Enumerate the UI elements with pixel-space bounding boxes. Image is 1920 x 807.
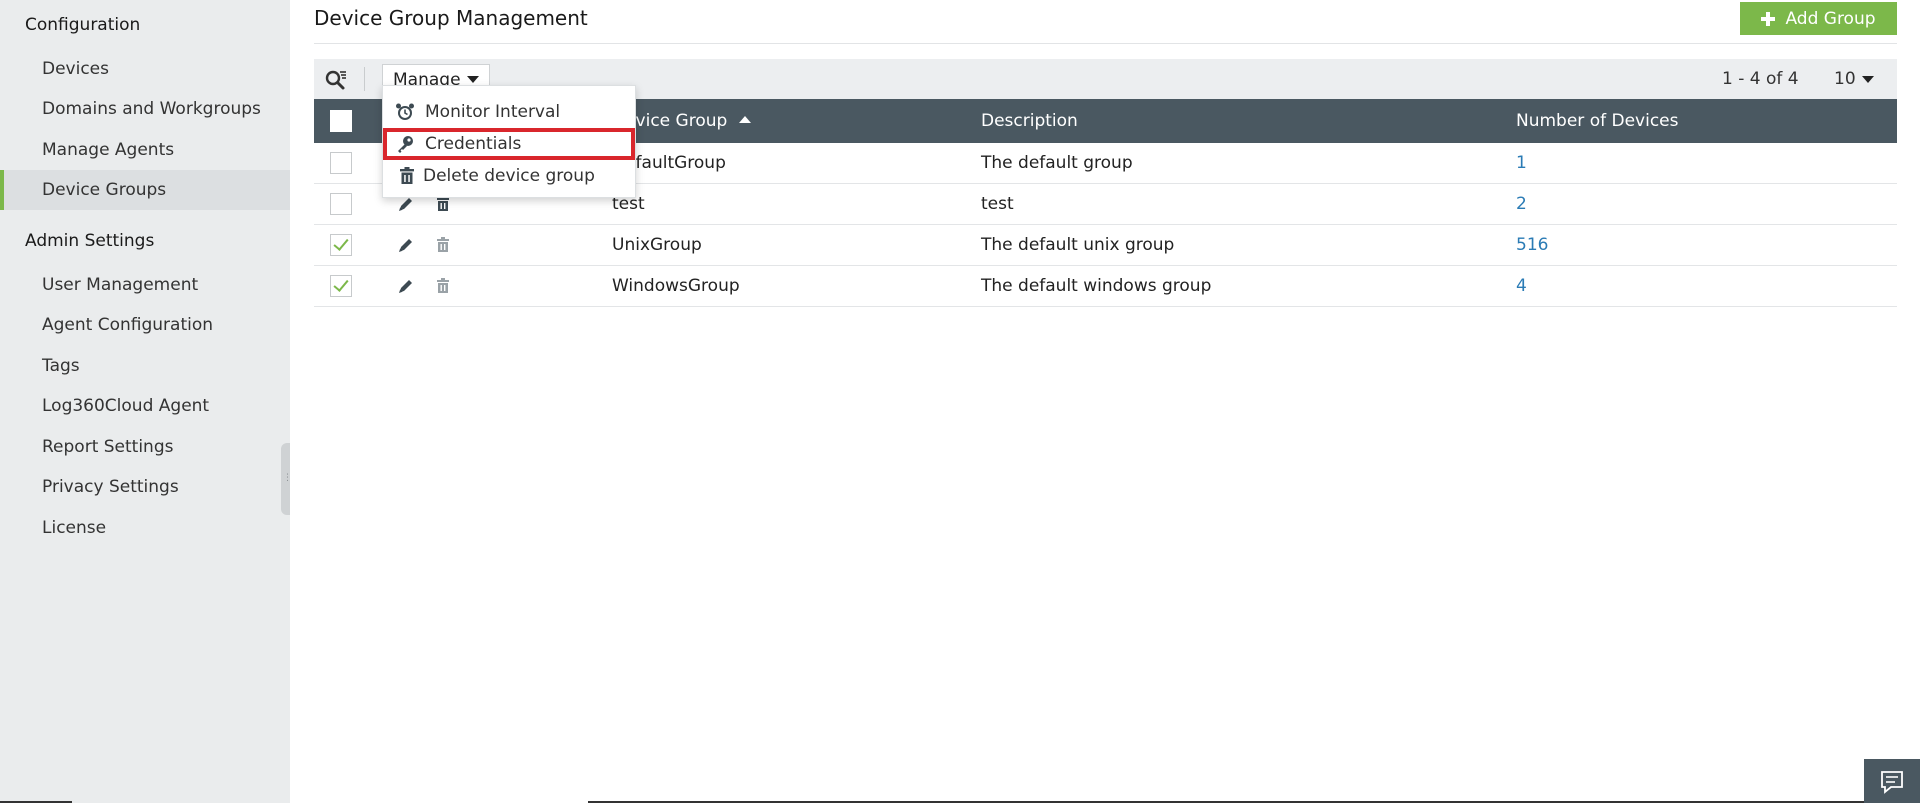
cell-device-count-link[interactable]: 1 xyxy=(1516,143,1527,183)
manage-dropdown-menu: Monitor Interval Credentials Delete devi… xyxy=(382,85,636,198)
cell-description: The default unix group xyxy=(981,235,1175,255)
header-divider xyxy=(314,43,1897,44)
cell-description: test xyxy=(981,194,1014,214)
trash-icon[interactable] xyxy=(434,236,452,254)
trash-icon xyxy=(400,167,414,184)
sidebar-item-domains-and-workgroups[interactable]: Domains and Workgroups xyxy=(0,89,290,129)
cell-description: The default group xyxy=(981,153,1133,173)
page-size-select[interactable]: 10 xyxy=(1834,69,1874,89)
plus-icon xyxy=(1761,11,1776,26)
menu-item-credentials[interactable]: Credentials xyxy=(383,128,635,160)
chat-button[interactable] xyxy=(1864,759,1920,803)
page-title: Device Group Management xyxy=(314,6,588,30)
search-filter-icon[interactable] xyxy=(325,69,347,91)
row-checkbox[interactable] xyxy=(330,275,352,297)
toolbar-divider xyxy=(364,67,365,91)
sidebar-item-manage-agents[interactable]: Manage Agents xyxy=(0,130,290,170)
checkmark-icon xyxy=(333,276,349,292)
sidebar-item-devices[interactable]: Devices xyxy=(0,49,290,89)
cell-device-group[interactable]: WindowsGroup xyxy=(612,266,740,306)
caret-down-icon xyxy=(466,76,479,83)
sidebar-section-configuration: Configuration xyxy=(25,15,141,35)
cell-device-count-link[interactable]: 4 xyxy=(1516,266,1527,306)
key-icon xyxy=(398,136,413,153)
menu-item-label: Credentials xyxy=(425,134,522,154)
column-header-description[interactable]: Description xyxy=(981,99,1078,143)
table-row: UnixGroup The default unix group 516 xyxy=(314,225,1897,266)
caret-down-icon xyxy=(1861,75,1874,83)
pencil-icon[interactable] xyxy=(397,277,415,295)
cell-device-count-link[interactable]: 2 xyxy=(1516,184,1527,224)
table-row: WindowsGroup The default windows group 4 xyxy=(314,266,1897,307)
sidebar-section-admin-settings: Admin Settings xyxy=(25,231,155,251)
sidebar-item-device-groups[interactable]: Device Groups xyxy=(0,170,290,210)
checkmark-icon xyxy=(333,235,349,251)
sidebar-item-user-management[interactable]: User Management xyxy=(0,265,290,305)
sidebar-item-tags[interactable]: Tags xyxy=(0,346,290,386)
cell-device-count-link[interactable]: 516 xyxy=(1516,225,1548,265)
chat-icon xyxy=(1881,771,1903,794)
page-size-value: 10 xyxy=(1834,69,1856,89)
alarm-clock-icon xyxy=(396,103,414,120)
sidebar-item-report-settings[interactable]: Report Settings xyxy=(0,427,290,467)
sidebar-item-log360cloud-agent[interactable]: Log360Cloud Agent xyxy=(0,386,290,426)
sidebar-collapse-handle[interactable]: ⋮ xyxy=(281,443,292,515)
row-checkbox[interactable] xyxy=(330,193,352,215)
sidebar-item-privacy-settings[interactable]: Privacy Settings xyxy=(0,467,290,507)
sort-ascending-icon xyxy=(739,115,752,123)
row-checkbox[interactable] xyxy=(330,152,352,174)
column-header-number-of-devices[interactable]: Number of Devices xyxy=(1516,99,1678,143)
trash-icon[interactable] xyxy=(434,277,452,295)
add-group-label: Add Group xyxy=(1785,8,1876,29)
menu-item-delete-device-group[interactable]: Delete device group xyxy=(383,160,635,192)
cell-device-group[interactable]: UnixGroup xyxy=(612,225,702,265)
menu-item-label: Delete device group xyxy=(423,166,595,186)
sidebar-item-license[interactable]: License xyxy=(0,508,290,548)
menu-item-monitor-interval[interactable]: Monitor Interval xyxy=(383,96,635,128)
pagination-info: 1 - 4 of 4 xyxy=(1722,69,1799,89)
row-checkbox[interactable] xyxy=(330,234,352,256)
grip-icon: ⋮ xyxy=(283,473,292,483)
cell-description: The default windows group xyxy=(981,276,1212,296)
select-all-checkbox[interactable] xyxy=(330,110,352,132)
add-group-button[interactable]: Add Group xyxy=(1740,2,1897,35)
pencil-icon[interactable] xyxy=(397,236,415,254)
sidebar: Configuration Devices Domains and Workgr… xyxy=(0,0,292,803)
sidebar-item-agent-configuration[interactable]: Agent Configuration xyxy=(0,305,290,345)
menu-item-label: Monitor Interval xyxy=(425,102,561,122)
